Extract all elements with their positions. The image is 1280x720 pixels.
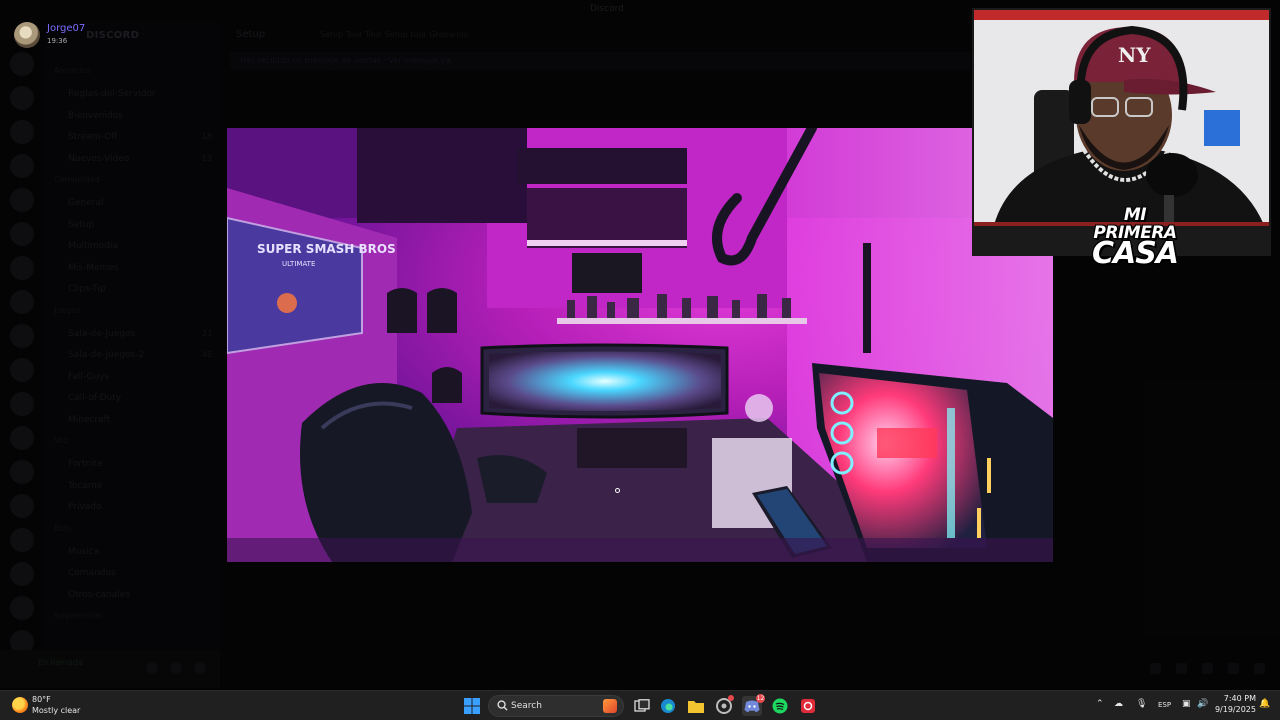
search-label: Search	[511, 701, 542, 711]
notification-dot	[728, 695, 734, 701]
language-indicator[interactable]: ESP	[1158, 701, 1171, 709]
stream-video[interactable]: SUPER SMASH BROS ULTIMATE	[227, 128, 1053, 562]
clock-date: 9/19/2025	[1214, 705, 1256, 714]
poster-subtitle: ULTIMATE	[282, 260, 315, 268]
username: Jorge07	[47, 23, 86, 34]
gaming-room-scene: SUPER SMASH BROS ULTIMATE	[227, 128, 1053, 562]
search-icon	[497, 700, 508, 711]
user-time: 19:36	[47, 37, 68, 45]
search-highlight-icon	[603, 699, 617, 713]
discord-badge: 12	[756, 694, 765, 703]
red-app-icon	[801, 699, 815, 713]
notification-bell-icon[interactable]: 🔔	[1259, 699, 1270, 709]
weather-temp: 80°F	[32, 695, 51, 704]
task-view-icon	[634, 699, 650, 712]
network-icon[interactable]: ▣	[1182, 699, 1191, 709]
windows-icon	[464, 698, 480, 714]
taskbar-file-explorer[interactable]	[686, 696, 706, 716]
task-view-button[interactable]	[632, 696, 652, 716]
clock[interactable]: 7:40 PM 9/19/2025	[1214, 694, 1256, 714]
start-button[interactable]	[462, 696, 482, 716]
poster-title: SUPER SMASH BROS	[257, 242, 396, 256]
avatar	[14, 22, 40, 48]
edge-icon	[661, 699, 675, 713]
monitor	[480, 343, 729, 419]
weather-widget[interactable]: 80°F Mostly clear	[10, 695, 90, 717]
weather-moon-icon	[12, 697, 28, 713]
overlay-line2: CASA	[1091, 236, 1179, 271]
weather-desc: Mostly clear	[32, 706, 81, 715]
taskbar-spotify[interactable]	[770, 696, 790, 716]
cloud-icon[interactable]: ☁	[1114, 699, 1123, 709]
chevron-up-icon[interactable]: ⌃	[1096, 699, 1104, 709]
cap-logo: NY	[1118, 43, 1151, 67]
taskbar: 80°F Mostly clear Search 12 ⌃ ☁ 🎙 ESP ▣ …	[0, 690, 1280, 720]
stream-overlay-title: MI PRIMERA CASA	[1080, 206, 1190, 269]
clock-time: 7:40 PM	[1223, 694, 1256, 703]
volume-icon[interactable]: 🔊	[1197, 699, 1208, 709]
microphone-icon[interactable]: 🎙	[1136, 699, 1147, 709]
spotify-icon	[772, 698, 788, 714]
folder-icon	[688, 701, 704, 713]
taskbar-edge[interactable]	[658, 696, 678, 716]
taskbar-discord[interactable]: 12	[742, 694, 765, 716]
taskbar-app-red[interactable]	[798, 696, 818, 716]
taskbar-chrome[interactable]	[714, 695, 734, 716]
taskbar-search[interactable]: Search	[488, 695, 624, 717]
cursor-icon	[615, 488, 620, 493]
